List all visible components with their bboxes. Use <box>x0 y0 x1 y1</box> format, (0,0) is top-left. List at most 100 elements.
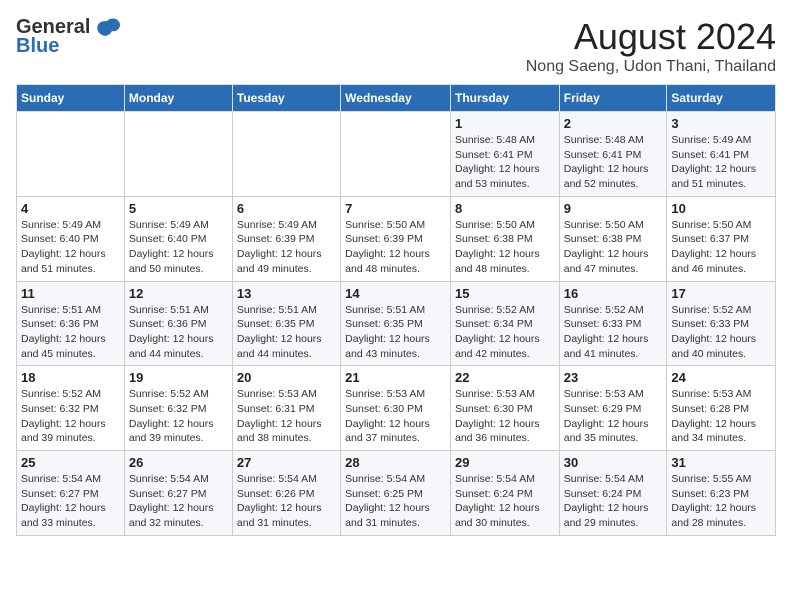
cell-detail: Sunrise: 5:53 AMSunset: 6:28 PMDaylight:… <box>671 387 771 446</box>
day-number: 16 <box>564 286 663 301</box>
calendar-cell: 26 Sunrise: 5:54 AMSunset: 6:27 PMDayligh… <box>124 451 232 536</box>
calendar-cell: 7 Sunrise: 5:50 AMSunset: 6:39 PMDaylight… <box>341 196 451 281</box>
day-number: 1 <box>455 116 555 131</box>
day-number: 24 <box>671 370 771 385</box>
cell-detail: Sunrise: 5:51 AMSunset: 6:36 PMDaylight:… <box>129 303 228 362</box>
cell-detail: Sunrise: 5:49 AMSunset: 6:39 PMDaylight:… <box>237 218 336 277</box>
day-number: 3 <box>671 116 771 131</box>
calendar-table: SundayMondayTuesdayWednesdayThursdayFrid… <box>16 84 776 536</box>
calendar-cell: 12 Sunrise: 5:51 AMSunset: 6:36 PMDayligh… <box>124 281 232 366</box>
calendar-cell: 28Sunrise: 5:54 AMSunset: 6:25 PMDayligh… <box>341 451 451 536</box>
cell-detail: Sunrise: 5:55 AMSunset: 6:23 PMDaylight:… <box>671 472 771 531</box>
weekday-header-wednesday: Wednesday <box>341 85 451 112</box>
cell-detail: Sunrise: 5:54 AMSunset: 6:24 PMDaylight:… <box>564 472 663 531</box>
calendar-cell: 31Sunrise: 5:55 AMSunset: 6:23 PMDayligh… <box>667 451 776 536</box>
calendar-cell: 16 Sunrise: 5:52 AMSunset: 6:33 PMDayligh… <box>559 281 667 366</box>
cell-detail: Sunrise: 5:51 AMSunset: 6:35 PMDaylight:… <box>345 303 446 362</box>
cell-detail: Sunrise: 5:51 AMSunset: 6:36 PMDaylight:… <box>21 303 120 362</box>
location-title: Nong Saeng, Udon Thani, Thailand <box>526 58 776 76</box>
calendar-week-row: 1 Sunrise: 5:48 AMSunset: 6:41 PMDaylight… <box>17 112 776 197</box>
cell-detail: Sunrise: 5:52 AMSunset: 6:34 PMDaylight:… <box>455 303 555 362</box>
cell-detail: Sunrise: 5:48 AMSunset: 6:41 PMDaylight:… <box>455 133 555 192</box>
day-number: 20 <box>237 370 336 385</box>
day-number: 30 <box>564 455 663 470</box>
calendar-cell: 5 Sunrise: 5:49 AMSunset: 6:40 PMDaylight… <box>124 196 232 281</box>
calendar-week-row: 11 Sunrise: 5:51 AMSunset: 6:36 PMDayligh… <box>17 281 776 366</box>
cell-detail: Sunrise: 5:53 AMSunset: 6:31 PMDaylight:… <box>237 387 336 446</box>
weekday-header-friday: Friday <box>559 85 667 112</box>
day-number: 9 <box>564 201 663 216</box>
cell-detail: Sunrise: 5:49 AMSunset: 6:41 PMDaylight:… <box>671 133 771 192</box>
calendar-cell: 17Sunrise: 5:52 AMSunset: 6:33 PMDayligh… <box>667 281 776 366</box>
calendar-cell: 24 Sunrise: 5:53 AMSunset: 6:28 PMDayligh… <box>667 366 776 451</box>
calendar-cell: 6Sunrise: 5:49 AMSunset: 6:39 PMDaylight… <box>232 196 340 281</box>
cell-detail: Sunrise: 5:53 AMSunset: 6:30 PMDaylight:… <box>455 387 555 446</box>
day-number: 11 <box>21 286 120 301</box>
calendar-cell: 18 Sunrise: 5:52 AMSunset: 6:32 PMDayligh… <box>17 366 125 451</box>
day-number: 12 <box>129 286 228 301</box>
calendar-cell <box>17 112 125 197</box>
day-number: 5 <box>129 201 228 216</box>
calendar-cell: 25 Sunrise: 5:54 AMSunset: 6:27 PMDayligh… <box>17 451 125 536</box>
cell-detail: Sunrise: 5:52 AMSunset: 6:33 PMDaylight:… <box>564 303 663 362</box>
cell-detail: Sunrise: 5:48 AMSunset: 6:41 PMDaylight:… <box>564 133 663 192</box>
day-number: 4 <box>21 201 120 216</box>
cell-detail: Sunrise: 5:52 AMSunset: 6:32 PMDaylight:… <box>21 387 120 446</box>
calendar-cell: 30 Sunrise: 5:54 AMSunset: 6:24 PMDayligh… <box>559 451 667 536</box>
cell-detail: Sunrise: 5:54 AMSunset: 6:27 PMDaylight:… <box>21 472 120 531</box>
day-number: 26 <box>129 455 228 470</box>
weekday-header-monday: Monday <box>124 85 232 112</box>
logo: General Blue <box>16 16 122 58</box>
calendar-cell <box>341 112 451 197</box>
day-number: 28 <box>345 455 446 470</box>
cell-detail: Sunrise: 5:49 AMSunset: 6:40 PMDaylight:… <box>129 218 228 277</box>
cell-detail: Sunrise: 5:50 AMSunset: 6:37 PMDaylight:… <box>671 218 771 277</box>
calendar-cell: 1 Sunrise: 5:48 AMSunset: 6:41 PMDaylight… <box>450 112 559 197</box>
calendar-cell: 23 Sunrise: 5:53 AMSunset: 6:29 PMDayligh… <box>559 366 667 451</box>
day-number: 13 <box>237 286 336 301</box>
day-number: 2 <box>564 116 663 131</box>
calendar-cell: 27 Sunrise: 5:54 AMSunset: 6:26 PMDayligh… <box>232 451 340 536</box>
day-number: 8 <box>455 201 555 216</box>
calendar-cell: 29Sunrise: 5:54 AMSunset: 6:24 PMDayligh… <box>450 451 559 536</box>
calendar-cell: 14 Sunrise: 5:51 AMSunset: 6:35 PMDayligh… <box>341 281 451 366</box>
calendar-week-row: 25 Sunrise: 5:54 AMSunset: 6:27 PMDayligh… <box>17 451 776 536</box>
day-number: 22 <box>455 370 555 385</box>
day-number: 23 <box>564 370 663 385</box>
cell-detail: Sunrise: 5:49 AMSunset: 6:40 PMDaylight:… <box>21 218 120 277</box>
day-number: 14 <box>345 286 446 301</box>
weekday-header-saturday: Saturday <box>667 85 776 112</box>
cell-detail: Sunrise: 5:54 AMSunset: 6:26 PMDaylight:… <box>237 472 336 531</box>
weekday-header-sunday: Sunday <box>17 85 125 112</box>
cell-detail: Sunrise: 5:52 AMSunset: 6:33 PMDaylight:… <box>671 303 771 362</box>
cell-detail: Sunrise: 5:50 AMSunset: 6:38 PMDaylight:… <box>564 218 663 277</box>
cell-detail: Sunrise: 5:54 AMSunset: 6:27 PMDaylight:… <box>129 472 228 531</box>
day-number: 18 <box>21 370 120 385</box>
month-title: August 2024 <box>526 16 776 58</box>
cell-detail: Sunrise: 5:53 AMSunset: 6:29 PMDaylight:… <box>564 387 663 446</box>
day-number: 25 <box>21 455 120 470</box>
calendar-cell: 19Sunrise: 5:52 AMSunset: 6:32 PMDayligh… <box>124 366 232 451</box>
calendar-cell: 9 Sunrise: 5:50 AMSunset: 6:38 PMDaylight… <box>559 196 667 281</box>
calendar-week-row: 18 Sunrise: 5:52 AMSunset: 6:32 PMDayligh… <box>17 366 776 451</box>
calendar-cell <box>124 112 232 197</box>
cell-detail: Sunrise: 5:52 AMSunset: 6:32 PMDaylight:… <box>129 387 228 446</box>
calendar-cell: 3 Sunrise: 5:49 AMSunset: 6:41 PMDaylight… <box>667 112 776 197</box>
calendar-cell: 22 Sunrise: 5:53 AMSunset: 6:30 PMDayligh… <box>450 366 559 451</box>
calendar-cell <box>232 112 340 197</box>
weekday-header-thursday: Thursday <box>450 85 559 112</box>
cell-detail: Sunrise: 5:50 AMSunset: 6:39 PMDaylight:… <box>345 218 446 277</box>
page-header: General Blue August 2024 Nong Saeng, Udo… <box>16 16 776 76</box>
calendar-cell: 20 Sunrise: 5:53 AMSunset: 6:31 PMDayligh… <box>232 366 340 451</box>
weekday-header-tuesday: Tuesday <box>232 85 340 112</box>
day-number: 10 <box>671 201 771 216</box>
day-number: 29 <box>455 455 555 470</box>
logo-text-blue: Blue <box>16 35 59 58</box>
day-number: 7 <box>345 201 446 216</box>
day-number: 21 <box>345 370 446 385</box>
day-number: 15 <box>455 286 555 301</box>
day-number: 27 <box>237 455 336 470</box>
weekday-header-row: SundayMondayTuesdayWednesdayThursdayFrid… <box>17 85 776 112</box>
calendar-cell: 21Sunrise: 5:53 AMSunset: 6:30 PMDayligh… <box>341 366 451 451</box>
title-section: August 2024 Nong Saeng, Udon Thani, Thai… <box>526 16 776 76</box>
